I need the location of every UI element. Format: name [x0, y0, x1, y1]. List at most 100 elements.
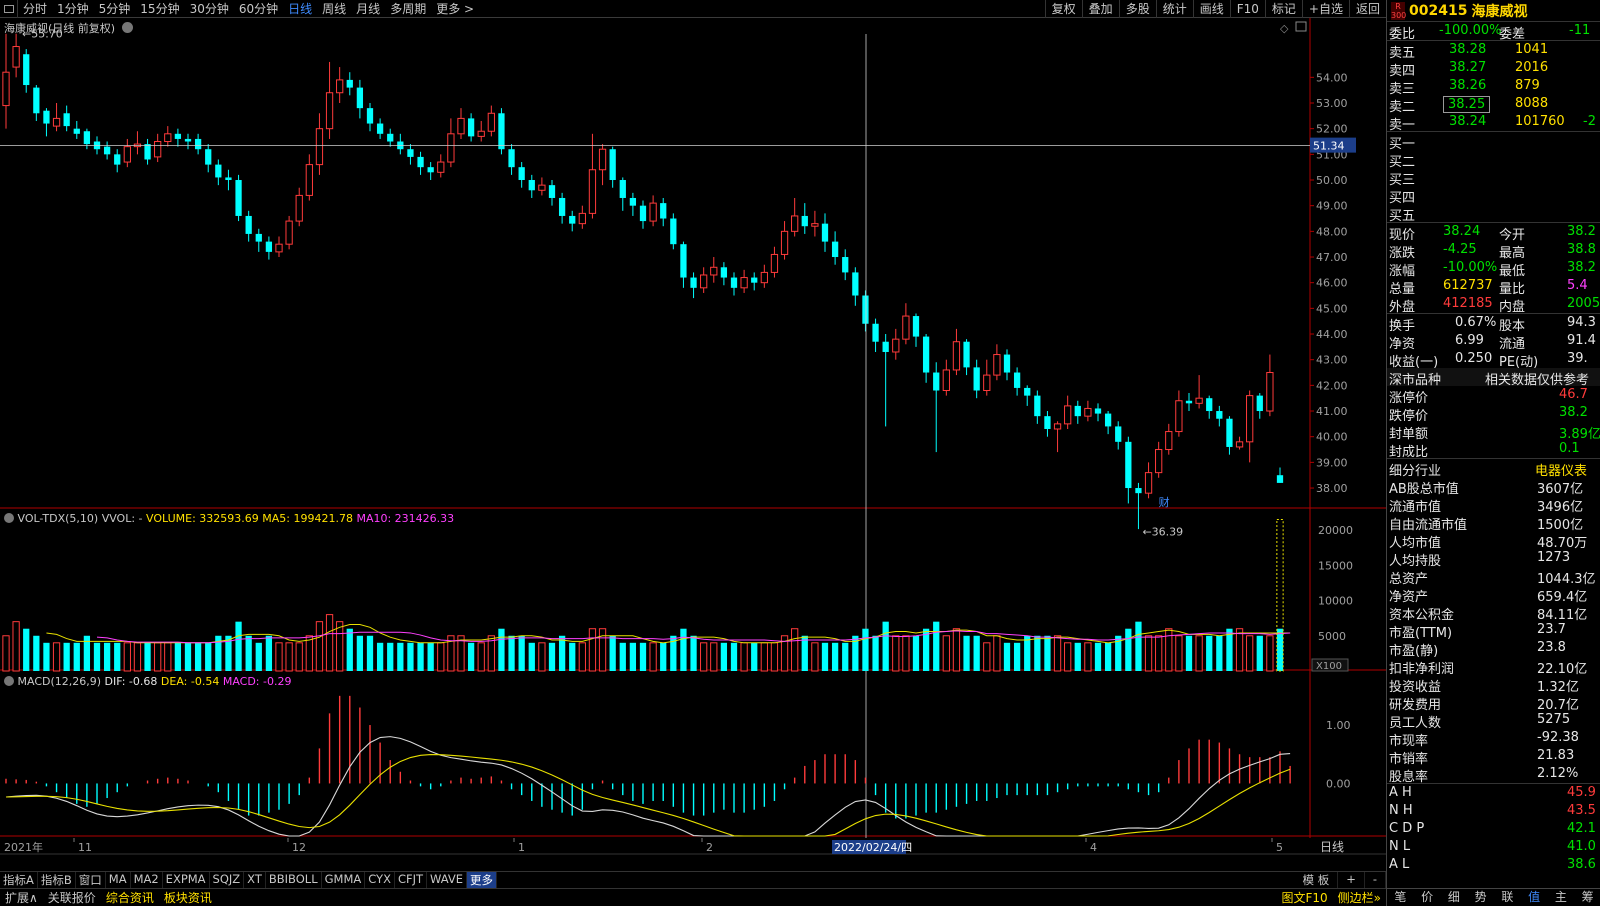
fundamental-row: 流通市值 3496亿 — [1387, 495, 1600, 515]
status-link-2[interactable]: 综合资讯 — [101, 889, 159, 906]
volume-bar — [184, 642, 192, 671]
limit-value: 38.2 — [1559, 405, 1588, 420]
candle — [63, 105, 70, 132]
status-link-1[interactable]: 关联报价 — [43, 889, 101, 906]
period-tab-6[interactable]: 日线 — [283, 0, 317, 17]
window-icon[interactable] — [1295, 21, 1307, 32]
side-tab-5[interactable]: 值 — [1521, 889, 1548, 906]
kline-svg[interactable]: 54.00 53.00 52.00 5 1.00 50.00 49.00 48.00 47.00… — [0, 18, 1386, 874]
tool-button-1[interactable]: 叠加 — [1081, 0, 1119, 18]
volume-bar — [791, 628, 799, 672]
volume-bar — [366, 635, 374, 671]
side-tab-0[interactable]: 笔 — [1387, 889, 1414, 906]
volume-bar — [973, 635, 980, 671]
tool-button-3[interactable]: 统计 — [1155, 0, 1193, 18]
status-link-3[interactable]: 板块资讯 — [159, 889, 217, 906]
volume-bar — [417, 642, 424, 671]
indicator-tab-7[interactable]: XT — [244, 872, 266, 888]
panel-toggle-icon[interactable] — [0, 0, 18, 18]
settings-icon[interactable] — [121, 22, 133, 33]
indicator-tab-2[interactable]: 窗口 — [76, 872, 106, 888]
quote2-value: 0.250 — [1455, 351, 1493, 366]
indicator-tab-0[interactable]: 指标A — [0, 872, 38, 888]
period-tab-8[interactable]: 月线 — [351, 0, 385, 17]
candle — [811, 210, 819, 237]
x-axis-label: 12 — [292, 841, 306, 854]
indicator-tab-11[interactable]: CFJT — [395, 872, 428, 888]
period-tab-0[interactable]: 分时 — [18, 0, 52, 17]
indicator-tab-3[interactable]: MA — [106, 872, 131, 888]
diamond-icon[interactable]: ◇ — [1280, 22, 1289, 35]
period-tab-4[interactable]: 30分钟 — [185, 0, 234, 17]
volume-settings-icon[interactable] — [4, 513, 14, 523]
kline-chart-area[interactable]: 54.00 53.00 52.00 5 1.00 50.00 49.00 48.00 47.00… — [0, 18, 1386, 874]
indicator-tab-4[interactable]: MA2 — [131, 872, 163, 888]
template-control-0[interactable]: 模 板 — [1295, 872, 1339, 888]
tool-button-6[interactable]: 标记 — [1264, 0, 1302, 18]
volume-bar — [1235, 628, 1244, 672]
period-tab-7[interactable]: 周线 — [317, 0, 351, 17]
side-tab-6[interactable]: 主 — [1548, 889, 1575, 906]
tool-button-7[interactable]: +自选 — [1301, 0, 1349, 18]
candle — [1013, 367, 1021, 396]
macd-settings-icon[interactable] — [4, 676, 14, 686]
tool-button-8[interactable]: 返回 — [1348, 0, 1386, 18]
ask-label: 卖一 — [1389, 118, 1416, 133]
volume-bar — [1003, 642, 1011, 671]
period-tab-2[interactable]: 5分钟 — [94, 0, 136, 17]
candle — [528, 174, 535, 198]
ratio-value: -100.00% — [1439, 23, 1502, 38]
fundamental-row: 投资收益 1.32亿 — [1387, 675, 1600, 695]
indicator-tab-5[interactable]: EXPMA — [163, 872, 210, 888]
candle — [912, 313, 920, 347]
candle — [215, 159, 222, 186]
candle — [73, 120, 80, 139]
candle — [639, 200, 647, 229]
status-link-0[interactable]: 扩展∧ — [0, 889, 43, 906]
tool-button-0[interactable]: 复权 — [1044, 0, 1082, 18]
template-control-2[interactable]: - — [1365, 872, 1386, 888]
side-tab-3[interactable]: 势 — [1467, 889, 1494, 906]
template-control-1[interactable]: + — [1338, 872, 1365, 888]
tool-button-4[interactable]: 画线 — [1192, 0, 1230, 18]
indicator-tab-10[interactable]: CYX — [365, 872, 395, 888]
candle — [588, 133, 597, 219]
volume-bar — [508, 635, 515, 671]
indicator-tab-6[interactable]: SQJZ — [210, 872, 245, 888]
ask-volume: 879 — [1515, 78, 1540, 93]
indicator-tab-13[interactable]: 更多 — [467, 872, 498, 888]
tool-button-2[interactable]: 多股 — [1118, 0, 1156, 18]
x-axis-label: 11 — [78, 841, 92, 854]
period-tab-3[interactable]: 15分钟 — [135, 0, 184, 17]
bid-list: 买一 买二 买三 买四 买五 — [1387, 132, 1600, 224]
side-tab-7[interactable]: 筹 — [1574, 889, 1600, 906]
indicator-tab-1[interactable]: 指标B — [38, 872, 76, 888]
candle — [720, 262, 728, 286]
volume-bar — [103, 642, 111, 671]
volume-bar — [740, 642, 748, 672]
ask-volume: 1041 — [1515, 42, 1549, 57]
period-tab-9[interactable]: 多周期 — [385, 0, 431, 17]
candle — [33, 85, 40, 121]
indicator-tab-12[interactable]: WAVE — [427, 872, 468, 888]
indicator-tab-8[interactable]: BBIBOLL — [266, 872, 322, 888]
side-tab-1[interactable]: 价 — [1414, 889, 1441, 906]
period-tab-1[interactable]: 1分钟 — [52, 0, 94, 17]
candle — [133, 131, 142, 155]
tool-button-5[interactable]: F10 — [1229, 0, 1265, 18]
candle — [467, 113, 475, 142]
stock-code: 002415 — [1409, 2, 1468, 19]
volume-bar — [1266, 635, 1274, 672]
status-right-0[interactable]: 图文F10 — [1276, 889, 1332, 906]
period-tab-5[interactable]: 60分钟 — [234, 0, 283, 17]
indicator-tab-9[interactable]: GMMA — [322, 872, 366, 888]
candle — [619, 177, 626, 211]
status-right-1[interactable]: 侧边栏» — [1333, 889, 1386, 906]
side-tab-2[interactable]: 细 — [1441, 889, 1468, 906]
ask-volume: 2016 — [1515, 60, 1549, 75]
financial-report-marker[interactable]: 财 — [1159, 495, 1170, 509]
related-label: A L — [1389, 857, 1410, 872]
volume-bar — [598, 628, 607, 672]
period-tab-10[interactable]: 更多 > — [431, 0, 479, 17]
side-tab-4[interactable]: 联 — [1494, 889, 1521, 906]
